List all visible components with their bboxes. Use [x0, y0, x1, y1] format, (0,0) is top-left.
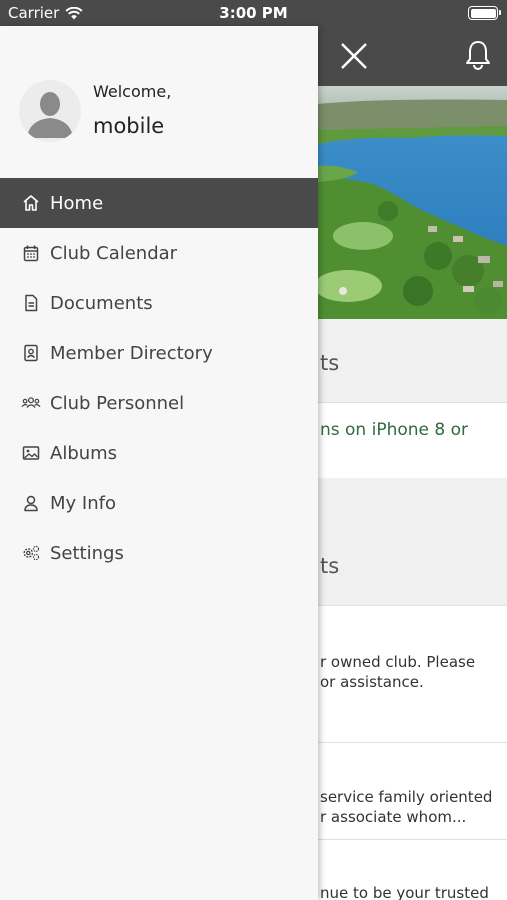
person-silhouette-icon	[19, 80, 81, 142]
menu-item-label: Documents	[50, 292, 153, 314]
person-icon	[21, 493, 41, 513]
menu-item-my-info[interactable]: My Info	[0, 478, 318, 528]
username: mobile	[93, 114, 165, 138]
hero-lake-image	[318, 86, 507, 319]
menu-item-label: Albums	[50, 442, 118, 464]
profile-header: Welcome, mobile	[0, 26, 318, 178]
contact-book-icon	[21, 343, 41, 363]
document-icon	[21, 293, 41, 313]
menu-item-member-directory[interactable]: Member Directory	[0, 328, 318, 378]
status-bar: Carrier 3:00 PM	[0, 0, 507, 26]
image-icon	[21, 443, 41, 463]
welcome-label: Welcome,	[93, 82, 172, 101]
menu-item-club-personnel[interactable]: Club Personnel	[0, 378, 318, 428]
menu-item-label: Club Personnel	[50, 392, 185, 414]
menu-item-documents[interactable]: Documents	[0, 278, 318, 328]
menu-item-label: My Info	[50, 492, 116, 514]
clock: 3:00 PM	[219, 4, 288, 22]
bell-icon[interactable]	[463, 39, 493, 71]
home-icon	[21, 193, 41, 213]
list-item[interactable]: service family oriented r associate whom…	[318, 743, 507, 840]
list-item[interactable]: r owned club. Please or assistance.	[318, 606, 507, 743]
menu-item-label: Member Directory	[50, 342, 213, 364]
background-header	[318, 26, 507, 86]
menu-item-settings[interactable]: Settings	[0, 528, 318, 578]
drawer-menu: Home Club Calendar Documents Member Dire…	[0, 178, 318, 578]
navigation-drawer: Welcome, mobile Home Club Calendar Docum…	[0, 26, 318, 900]
background-notice-link[interactable]: ns on iPhone 8 or	[318, 404, 507, 478]
close-icon[interactable]	[338, 40, 370, 72]
background-section-title-2: ts	[318, 478, 507, 606]
background-section-title-1: ts	[318, 319, 507, 403]
list-item[interactable]: nue to be your trusted	[318, 840, 507, 900]
group-icon	[21, 393, 41, 413]
menu-item-label: Club Calendar	[50, 242, 178, 264]
calendar-icon	[21, 243, 41, 263]
menu-item-home[interactable]: Home	[0, 178, 318, 228]
menu-item-albums[interactable]: Albums	[0, 428, 318, 478]
menu-item-club-calendar[interactable]: Club Calendar	[0, 228, 318, 278]
battery-icon	[468, 6, 501, 20]
gears-icon	[21, 543, 41, 563]
menu-item-label: Settings	[50, 542, 124, 564]
avatar[interactable]	[19, 80, 81, 142]
menu-item-label: Home	[50, 192, 104, 214]
